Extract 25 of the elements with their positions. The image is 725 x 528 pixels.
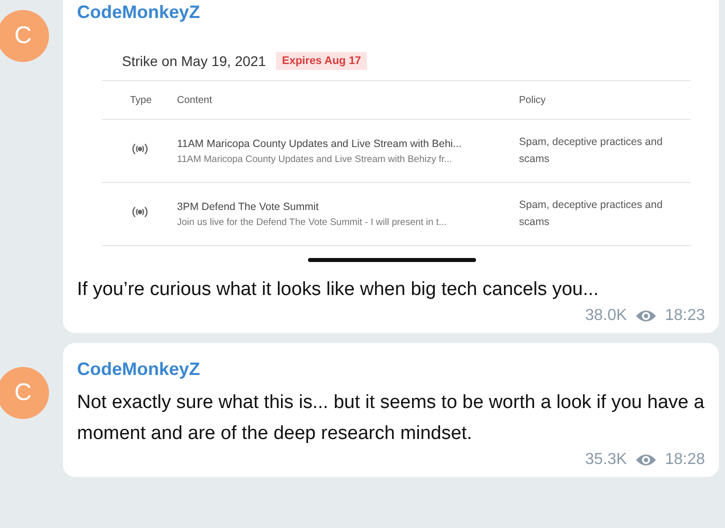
author-name[interactable]: CodeMonkeyZ (77, 0, 705, 24)
message-text: Not exactly sure what this is... but it seems to be worth a look if you have a moment and are of the deep research mindset. (77, 391, 705, 446)
broadcast-icon (130, 206, 150, 218)
message-time: 18:28 (664, 451, 705, 469)
policy-text: Spam, deceptive practices and scams (519, 135, 664, 167)
view-count: 38.0K (585, 307, 627, 325)
content-description: Join us live for the Defend The Vote Summit - I will present in t... (177, 216, 448, 228)
broadcast-icon (130, 143, 150, 155)
message-text: If you’re curious what it looks like when big tech cancels you... (77, 278, 600, 302)
expiry-label: Expires Aug 17 (276, 52, 368, 70)
eye-icon (634, 453, 657, 467)
column-header: Type (130, 94, 153, 106)
column-header: Content (177, 94, 214, 106)
eye-icon (634, 309, 657, 323)
strike-heading: Strike on May 19, 2021 (122, 53, 266, 69)
message-time: 18:23 (664, 307, 705, 325)
author-name[interactable]: CodeMonkeyZ (77, 357, 705, 381)
content-description: 11AM Maricopa County Updates and Live Stream with Behizy fr... (177, 154, 453, 164)
avatar[interactable]: C (0, 10, 49, 62)
view-count: 35.3K (585, 451, 627, 469)
content-title: 3PM Defend The Vote Summit (177, 200, 320, 212)
column-header: Policy (519, 94, 547, 106)
content-title: 11AM Maricopa County Updates and Live Stream with Behi... (177, 138, 463, 150)
avatar[interactable]: C (0, 367, 49, 419)
policy-text: Spam, deceptive practices and scams (519, 198, 664, 230)
